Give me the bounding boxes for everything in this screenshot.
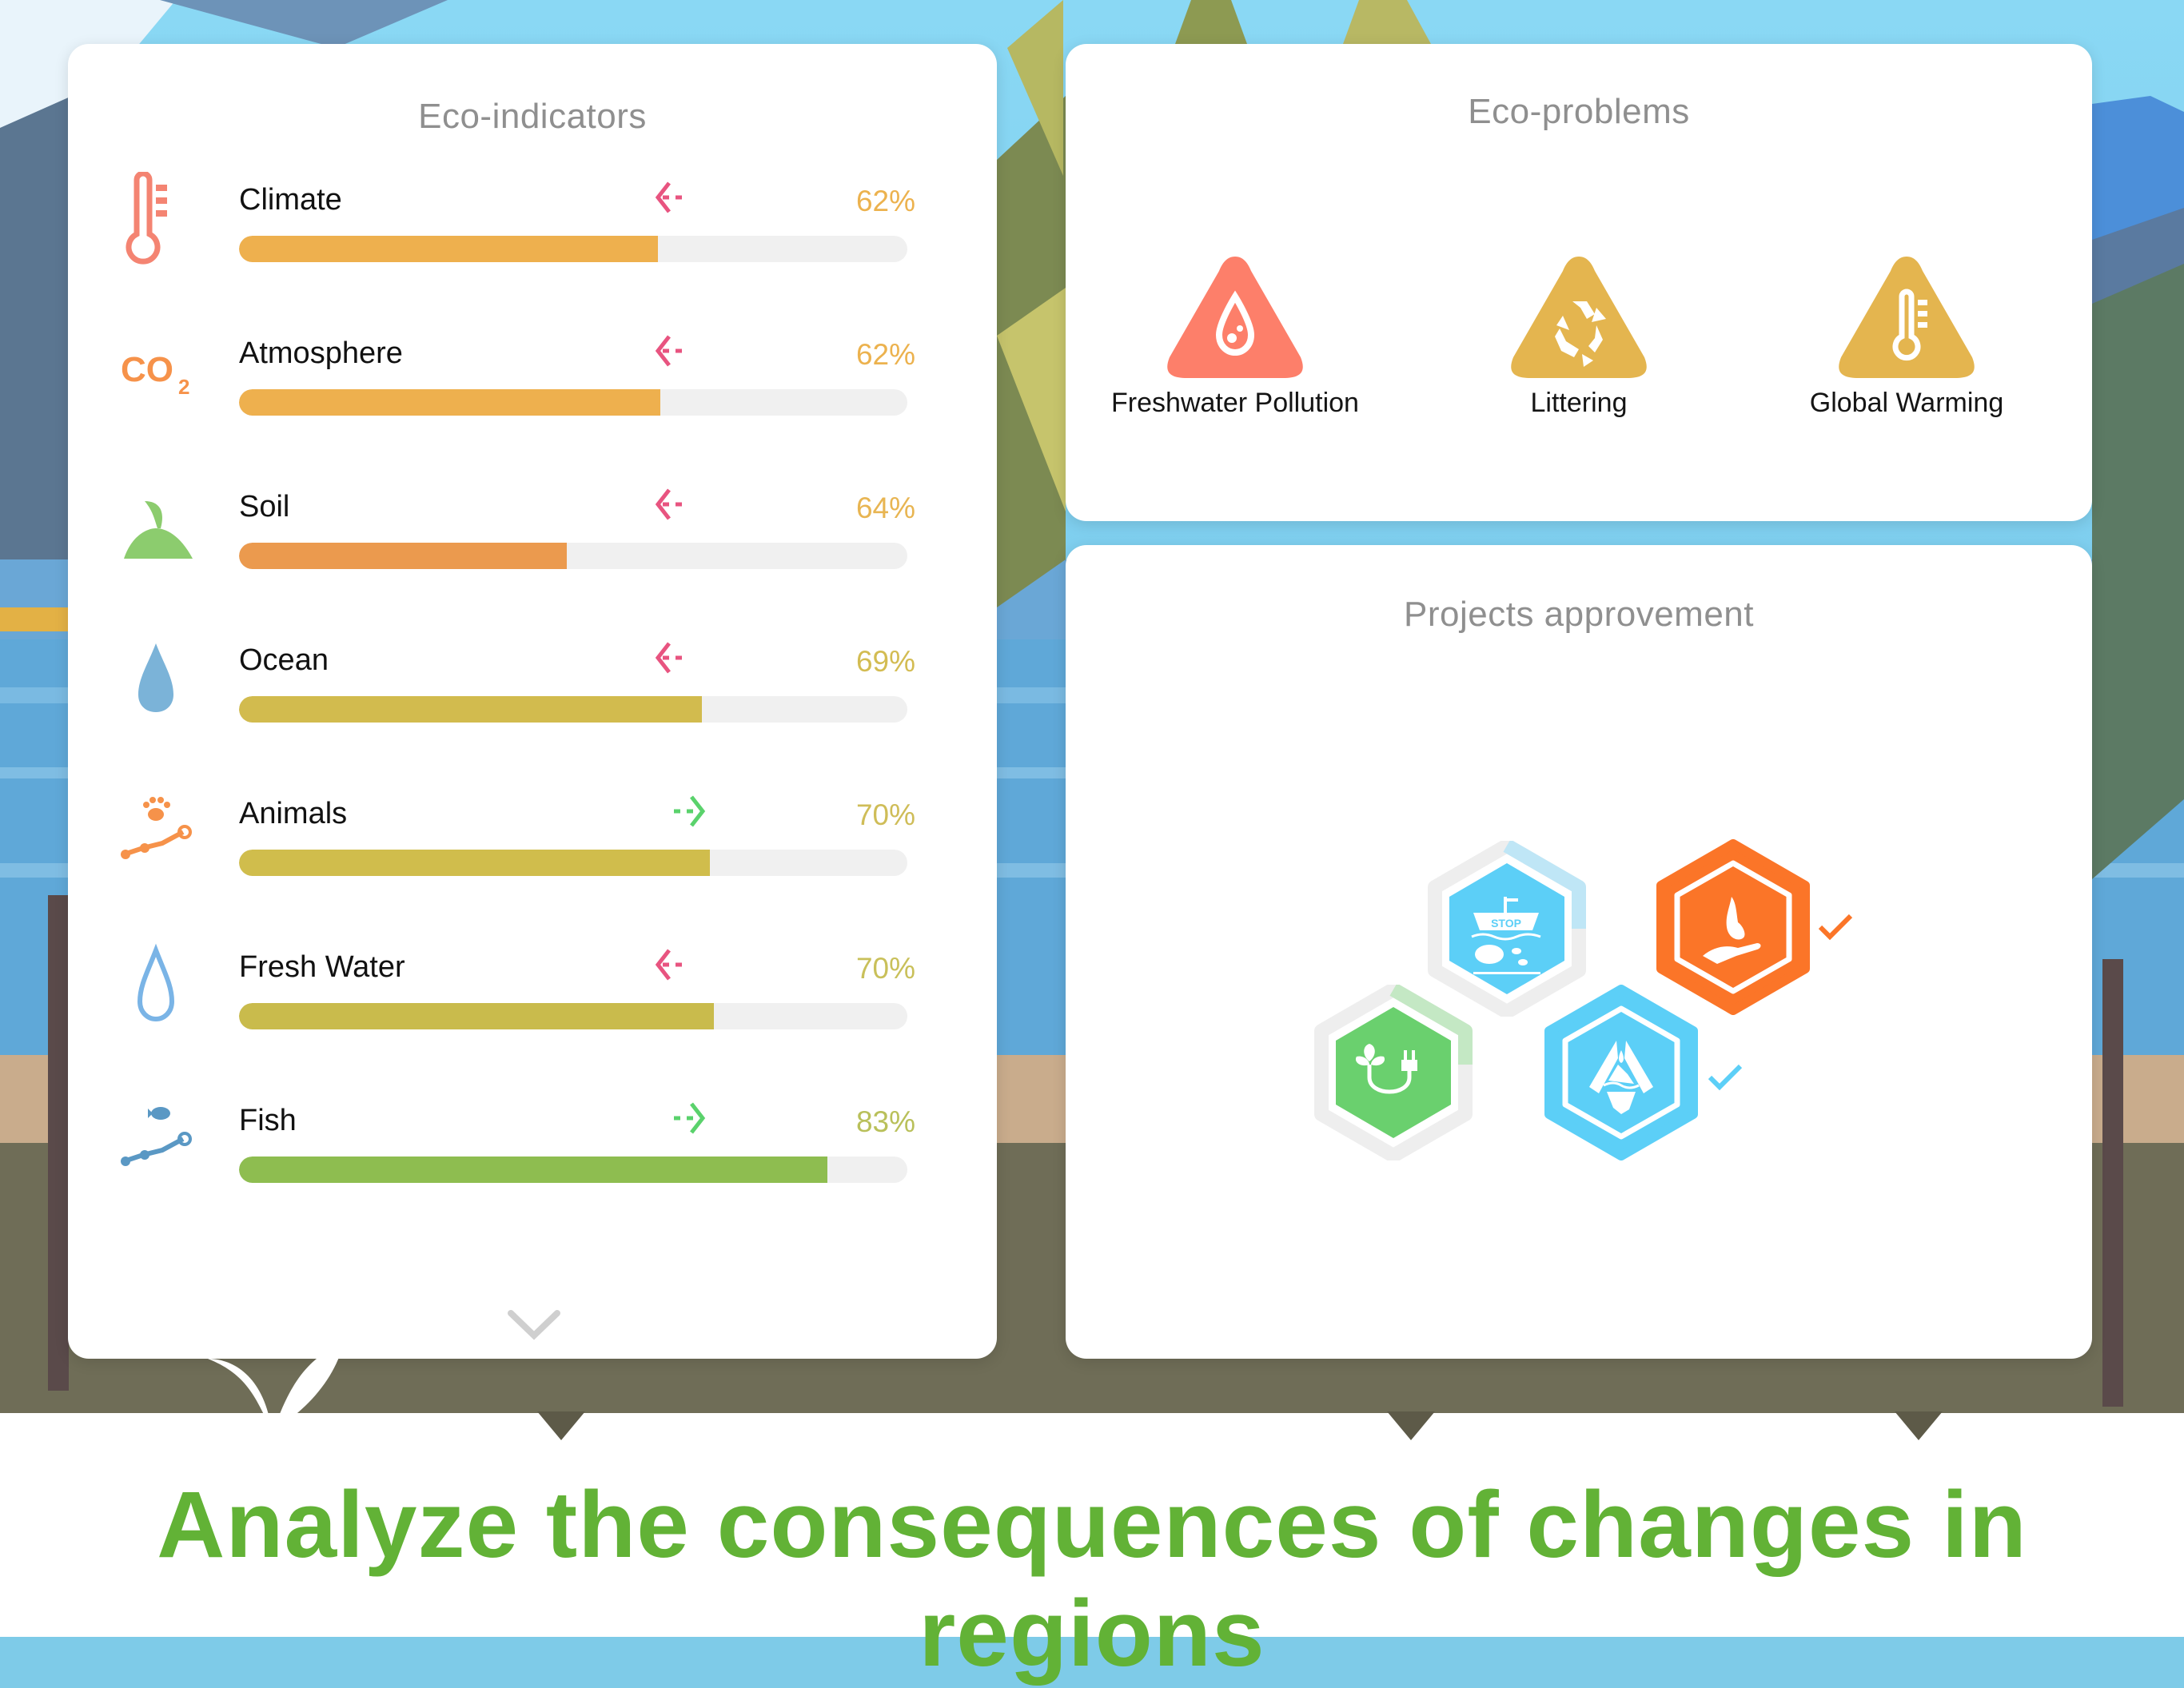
thermometer-icon (116, 170, 204, 268)
indicator-progress-fill (239, 543, 567, 569)
problem-littering[interactable]: Littering (1427, 252, 1731, 419)
trend-up-arrow-icon (674, 795, 706, 827)
problem-label: Global Warming (1809, 388, 2004, 418)
indicator-progress-fill (239, 1157, 827, 1183)
project-glacier-protection[interactable] (1541, 985, 1701, 1160)
eco-problems-title: Eco-problems (1468, 92, 1690, 131)
thermometer-warning-icon (1839, 257, 1975, 378)
indicator-progress-fill (239, 236, 659, 262)
indicator-row-ocean[interactable]: Ocean 69% (68, 632, 997, 752)
indicator-row-atmosphere[interactable]: CO 2 Atmosphere 62% (68, 325, 997, 445)
indicator-label: Soil (239, 490, 290, 524)
svg-text:2: 2 (178, 375, 189, 399)
approved-check-icon (1708, 1064, 1743, 1091)
indicator-progress-track (239, 543, 907, 569)
indicator-progress-track (239, 389, 907, 416)
chevron-down-icon[interactable] (506, 1307, 562, 1343)
indicator-value: 69% (855, 645, 915, 678)
indicator-progress-track (239, 236, 907, 262)
fish-graph-icon (116, 1093, 204, 1188)
water-drop-warning-icon (1167, 257, 1303, 378)
indicator-progress-fill (239, 389, 660, 416)
indicator-label: Fresh Water (239, 950, 405, 984)
problem-global-warming[interactable]: Global Warming (1755, 252, 2058, 419)
trend-down-arrow-icon (655, 335, 682, 367)
banner-notch (1895, 1411, 1943, 1440)
paw-graph-icon (116, 786, 204, 882)
indicator-progress-fill (239, 1003, 714, 1029)
leaf-logo-icon (208, 1343, 344, 1431)
trend-down-arrow-icon (655, 488, 682, 520)
indicator-value: 70% (855, 798, 915, 831)
eco-indicators-title: Eco-indicators (418, 97, 647, 136)
sprout-icon (116, 479, 204, 575)
indicator-label: Atmosphere (239, 336, 403, 370)
stop-sign-text: STOP (1491, 917, 1521, 930)
projects-approvement-title: Projects approvement (1404, 595, 1754, 634)
water-drop-icon (116, 632, 204, 728)
eco-problems-panel: Eco-problems Freshwater Pollution Litter… (1066, 44, 2092, 521)
trend-down-arrow-icon (655, 181, 682, 213)
problem-label: Freshwater Pollution (1111, 388, 1359, 418)
fresh-water-drop-icon (116, 939, 204, 1035)
projects-approvement-panel: Projects approvement STOP (1066, 545, 2092, 1359)
trend-down-arrow-icon (655, 949, 682, 981)
trend-down-arrow-icon (655, 642, 682, 674)
project-green-energy[interactable] (1313, 985, 1473, 1160)
indicator-value: 70% (855, 952, 915, 985)
problem-freshwater-pollution[interactable]: Freshwater Pollution (1083, 252, 1387, 419)
indicator-label: Climate (239, 183, 342, 217)
recycle-warning-icon (1511, 257, 1647, 378)
indicator-value: 64% (855, 492, 915, 524)
indicator-value: 62% (855, 185, 915, 217)
indicator-progress-fill (239, 850, 711, 876)
indicator-label: Animals (239, 797, 348, 830)
indicator-value: 83% (855, 1105, 915, 1138)
co2-icon: CO 2 (116, 325, 204, 421)
indicator-label: Ocean (239, 643, 329, 677)
indicator-progress-track (239, 1157, 907, 1183)
approved-check-icon (1818, 914, 1853, 941)
trend-up-arrow-icon (674, 1102, 706, 1134)
indicator-value: 62% (855, 338, 915, 371)
indicator-row-fish[interactable]: Fish 83% (68, 1093, 997, 1212)
indicator-row-soil[interactable]: Soil 64% (68, 479, 997, 599)
banner-notch (537, 1411, 585, 1440)
indicator-row-animals[interactable]: Animals 70% (68, 786, 997, 906)
eco-indicators-panel: Eco-indicators Climate 62% CO 2 Atmosphere 62… (68, 44, 997, 1359)
indicator-progress-track (239, 696, 907, 723)
headline: Analyze the consequences of changes in r… (157, 1472, 2027, 1686)
banner-notch (1387, 1411, 1435, 1440)
indicator-progress-track (239, 850, 907, 876)
problem-label: Littering (1530, 388, 1628, 418)
svg-text:CO: CO (121, 350, 173, 389)
indicator-label: Fish (239, 1104, 297, 1137)
indicator-row-climate[interactable]: Climate 62% (68, 170, 997, 292)
indicator-progress-track (239, 1003, 907, 1029)
indicator-progress-fill (239, 696, 703, 723)
indicator-row-fresh-water[interactable]: Fresh Water 70% (68, 939, 997, 1059)
